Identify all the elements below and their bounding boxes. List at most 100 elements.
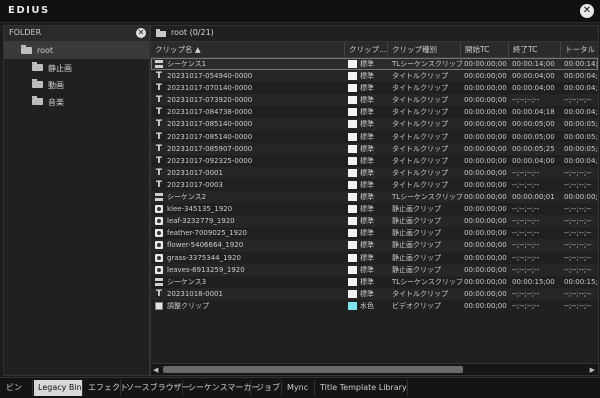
clip-start-tc: 00:00:00;00 [464, 120, 507, 129]
clip-color-label: 標準 [360, 156, 374, 165]
close-icon[interactable]: ✕ [580, 4, 594, 18]
clip-type: TLシーケンスクリップ [392, 193, 462, 202]
table-row[interactable]: feather-7009025_1920 標準 静止画クリップ 00:00:00;00… [151, 227, 598, 239]
clip-end-tc: 00:00:04;18 [512, 108, 555, 117]
clip-type: 静止画クリップ [392, 217, 441, 226]
title-icon: T [155, 95, 163, 106]
clip-name: 20231017-0003 [167, 180, 223, 189]
table-row[interactable]: klee-345135_1920 標準 静止画クリップ 00:00:00;00 --;-… [151, 203, 598, 215]
clip-type: タイトルクリップ [392, 180, 448, 189]
clip-start-tc: 00:00:00;00 [464, 132, 507, 141]
scroll-right-icon[interactable]: ▶ [590, 366, 595, 374]
clip-color-label: 標準 [360, 84, 374, 93]
folder-close-icon[interactable]: ✕ [136, 28, 146, 38]
clip-total-tc: --;--;--;-- [564, 96, 592, 105]
clip-type: タイトルクリップ [392, 84, 448, 93]
panel-tab[interactable]: シーケンスマーカー [184, 380, 259, 396]
clip-total-tc: --;--;--;-- [564, 217, 592, 226]
clip-type: タイトルクリップ [392, 96, 448, 105]
table-row[interactable]: T 20231017-054940-0000 標準 タイトルクリップ 00:00:00;… [151, 70, 598, 83]
clip-type: TLシーケンスクリップ [392, 277, 462, 286]
scrollbar-thumb[interactable] [163, 366, 463, 373]
table-row[interactable]: leaf-3232779_1920 標準 静止画クリップ 00:00:00;00 --;… [151, 215, 598, 228]
clip-total-tc: 00:00:14;00 [564, 60, 598, 68]
clip-end-tc: 00:00:05;00 [512, 120, 555, 129]
clip-name: grass-3375344_1920 [167, 253, 241, 262]
table-row[interactable]: flower-5406664_1920 標準 静止画クリップ 00:00:00;00-… [151, 239, 598, 252]
table-row[interactable]: シーケンス3 標準 TLシーケンスクリップ 00:00:00;00 00:00:15;0… [151, 276, 598, 288]
folder-item-label: 音楽 [48, 98, 64, 107]
folder-icon [32, 62, 43, 71]
table-row[interactable]: T 20231017-085907-0000 標準 タイトルクリップ 00:00:00;… [151, 142, 599, 155]
image-icon [155, 241, 163, 250]
clip-color-swatch [348, 84, 357, 93]
clip-color-swatch [348, 217, 357, 226]
column-header[interactable]: クリップ種別 [388, 42, 461, 57]
title-icon: T [155, 83, 163, 94]
image-icon [155, 217, 163, 226]
folder-icon [32, 79, 43, 88]
table-row[interactable]: T 20231017-085140-0000 標準 タイトルクリップ 00:00:00;… [151, 118, 598, 131]
title-icon: T [155, 179, 163, 190]
clip-name: flower-5406664_1920 [167, 241, 244, 250]
table-row[interactable]: T 20231017-0003 標準 タイトルクリップ 00:00:00;00 --;--… [151, 179, 598, 191]
column-header[interactable]: トータル [561, 42, 598, 57]
table-row[interactable]: leaves-6913259_1920 標準 静止画クリップ 00:00:00;00-… [151, 263, 598, 276]
folder-item[interactable]: 動画 [4, 76, 149, 93]
column-header[interactable]: クリップ名 ▲ [151, 42, 345, 57]
clip-color-label: 標準 [360, 60, 374, 68]
table-row[interactable]: T 20231017-092325-0000 標準 タイトルクリップ 00:00:00;… [151, 155, 598, 167]
clip-color-swatch [348, 132, 357, 141]
table-row[interactable]: シーケンス1 標準 TLシーケンスクリップ 00:00:00;00 00:00:14;0… [151, 58, 598, 71]
folder-header: FOLDER ✕ [4, 26, 149, 42]
column-header[interactable]: クリップ... [345, 42, 388, 57]
clip-total-tc: 00:00:05;0 [564, 132, 599, 141]
clip-end-tc: --;--;--;-- [512, 229, 540, 238]
scroll-left-icon[interactable]: ◀ [153, 366, 158, 374]
image-icon [155, 265, 163, 274]
table-row[interactable]: 調整クリップ 水色 ビデオクリップ 00:00:00;00 --;--;--;-- --;… [151, 300, 598, 312]
table-body: シーケンス1 標準 TLシーケンスクリップ 00:00:00;00 00:00:14;0… [151, 58, 598, 312]
horizontal-scrollbar[interactable]: ◀ ▶ [151, 363, 598, 375]
table-row[interactable]: シーケンス2 標準 TLシーケンスクリップ 00:00:00;00 00:00:00;0… [151, 191, 598, 204]
clip-start-tc: 00:00:00;00 [464, 265, 507, 274]
clip-start-tc: 00:00:00;00 [464, 72, 507, 81]
table-row[interactable]: T 20231017-084738-0000 標準 タイトルクリップ 00:00:00;… [151, 106, 598, 118]
clip-name: 20231017-084738-0000 [167, 108, 253, 117]
table-row[interactable]: T 20231018-0001 標準 タイトルクリップ 00:00:00;00 --;--… [151, 287, 598, 300]
column-header[interactable]: 開始TC [461, 42, 509, 57]
clip-end-tc: --;--;--;-- [512, 96, 540, 105]
folder-item[interactable]: 音楽 [4, 93, 149, 110]
clip-total-tc: 00:00:05;2 [564, 144, 599, 153]
folder-item[interactable]: root [4, 42, 149, 59]
panel-tab[interactable]: Mync [283, 380, 315, 396]
panel-tab[interactable]: エフェクト [84, 380, 128, 396]
clip-start-tc: 00:00:00;00 [464, 180, 507, 189]
table-row[interactable]: T 20231017-0001 標準 タイトルクリップ 00:00:00;00 --;--… [151, 166, 598, 179]
clip-color-label: 水色 [360, 301, 374, 310]
sequence-icon [155, 193, 163, 202]
table-row[interactable]: T 20231017-085140-0000 標準 タイトルクリップ 00:00:00;… [151, 131, 598, 143]
panel-tab[interactable]: Title Template Library [316, 380, 408, 396]
clip-color-label: 標準 [360, 132, 374, 141]
clip-end-tc: --;--;--;-- [512, 241, 540, 250]
panel-tab[interactable]: Legacy Bin [34, 380, 83, 396]
column-header[interactable]: 終了TC [509, 42, 561, 57]
panel-tab[interactable]: ジョブ [252, 380, 282, 396]
clip-total-tc: --;--;--;-- [564, 301, 592, 310]
table-row[interactable]: T 20231017-073920-0000 標準 タイトルクリップ 00:00:00;… [151, 94, 598, 107]
panel-tab[interactable]: ソースブラウザー [122, 380, 190, 396]
clip-name: 20231018-0001 [167, 289, 223, 298]
table-row[interactable]: T 20231017-070140-0000 標準 タイトルクリップ 00:00:00;… [151, 82, 598, 94]
clip-color-label: 標準 [360, 168, 374, 177]
clip-color-label: 標準 [360, 72, 374, 81]
image-icon [155, 253, 163, 262]
image-icon [155, 229, 163, 238]
clip-color-label: 標準 [360, 193, 374, 202]
folder-item[interactable]: 静止画 [4, 59, 149, 76]
clip-start-tc: 00:00:00;00 [464, 193, 507, 202]
folder-icon [32, 96, 43, 105]
bin-pane: root (0/21) クリップ名 ▲ クリップ... クリップ種別 開始TC 終了TC… [150, 25, 599, 376]
table-row[interactable]: grass-3375344_1920 標準 静止画クリップ 00:00:00;00 --… [151, 252, 598, 264]
panel-tab[interactable]: ビン [2, 380, 33, 396]
